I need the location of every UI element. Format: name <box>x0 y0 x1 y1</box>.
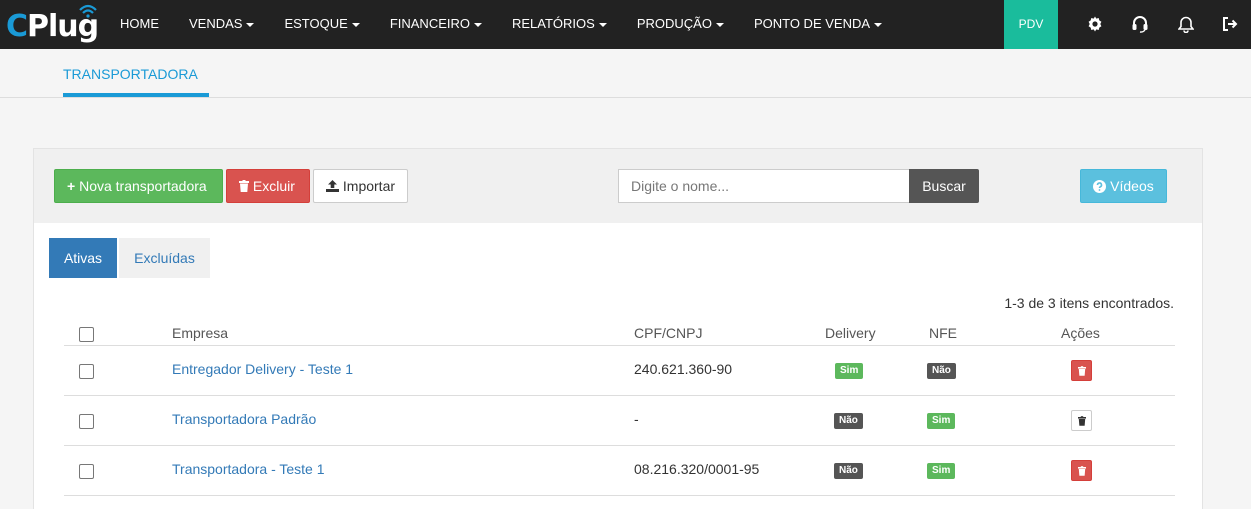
header-nfe: NFE <box>929 325 957 341</box>
nav-relatorios-label: RELATÓRIOS <box>511 16 595 31</box>
import-label: Importar <box>342 178 396 194</box>
empresa-link[interactable]: Entregador Delivery - Teste 1 <box>172 361 353 377</box>
nav-home[interactable]: HOME <box>105 0 174 49</box>
nav-ponto-de-venda[interactable]: PONTO DE VENDA <box>739 0 897 49</box>
nav-financeiro[interactable]: FINANCEIRO <box>375 0 497 49</box>
delete-label: Excluir <box>252 178 295 194</box>
table-row: Entregador Delivery - Teste 1 240.621.36… <box>64 346 1175 396</box>
table-row: Transportadora - Teste 1 08.216.320/0001… <box>64 446 1175 496</box>
trash-icon <box>1077 365 1086 376</box>
pdv-label: PDV <box>1018 17 1044 31</box>
table-header: Empresa CPF/CNPJ Delivery NFE Ações <box>64 319 1175 346</box>
row-checkbox[interactable] <box>79 364 94 379</box>
nav-producao-label: PRODUÇÃO <box>636 16 712 31</box>
tab-ativas[interactable]: Ativas <box>49 238 117 278</box>
page-subheader: TRANSPORTADORA <box>0 49 1251 98</box>
nav-ponto-de-venda-label: PONTO DE VENDA <box>753 16 871 31</box>
main-panel: + Nova transportadora Excluir Importar B… <box>33 148 1203 509</box>
select-all-checkbox[interactable] <box>79 327 94 342</box>
table-row: Transportadora Padrão - Não Sim <box>64 396 1175 446</box>
caret-down-icon <box>246 22 255 27</box>
delivery-badge: Não <box>834 413 863 429</box>
caret-down-icon <box>598 22 607 27</box>
nav-vendas[interactable]: VENDAS <box>174 0 269 49</box>
nav-estoque-label: ESTOQUE <box>284 16 348 31</box>
row-checkbox[interactable] <box>79 414 94 429</box>
nfe-badge: Sim <box>927 413 956 429</box>
main-menu: HOME VENDAS ESTOQUE FINANCEIRO RELATÓRIO… <box>105 0 897 49</box>
top-navbar: CPlug HOME VENDAS ESTOQUE FINANCEIRO REL… <box>0 0 1251 49</box>
delete-row-button[interactable] <box>1071 360 1092 381</box>
logo-letter-c: C <box>6 9 28 44</box>
videos-label: Vídeos <box>1110 178 1154 194</box>
videos-button[interactable]: Vídeos <box>1080 169 1167 203</box>
search-input[interactable] <box>618 169 910 203</box>
trash-icon <box>239 180 249 192</box>
upload-icon <box>326 180 339 192</box>
add-transportadora-button[interactable]: + Nova transportadora <box>54 169 223 203</box>
caret-down-icon <box>473 22 482 27</box>
nav-home-label: HOME <box>120 16 159 31</box>
delete-row-button[interactable] <box>1071 460 1092 481</box>
empresa-link[interactable]: Transportadora - Teste 1 <box>172 461 325 477</box>
nav-relatorios[interactable]: RELATÓRIOS <box>497 0 622 49</box>
nav-vendas-label: VENDAS <box>189 16 243 31</box>
cnpj-value: 240.621.360-90 <box>634 361 733 377</box>
trash-icon <box>1077 415 1086 426</box>
header-empresa: Empresa <box>172 325 229 341</box>
headset-icon[interactable] <box>1129 13 1151 35</box>
row-checkbox[interactable] <box>79 464 94 479</box>
bell-icon[interactable] <box>1175 13 1197 35</box>
trash-icon <box>1077 465 1086 476</box>
caret-down-icon <box>351 22 360 27</box>
caret-down-icon <box>874 22 883 27</box>
gear-icon[interactable] <box>1084 13 1106 35</box>
toolbar: + Nova transportadora Excluir Importar B… <box>34 149 1202 223</box>
cplug-logo[interactable]: CPlug <box>6 4 99 46</box>
delivery-badge: Sim <box>835 363 864 379</box>
tab-transportadora[interactable]: TRANSPORTADORA <box>63 66 198 82</box>
result-count: 1-3 de 3 itens encontrados. <box>1004 295 1174 311</box>
delivery-badge: Não <box>834 463 863 479</box>
delete-button[interactable]: Excluir <box>226 169 310 203</box>
pdv-button[interactable]: PDV <box>1004 0 1058 49</box>
import-button[interactable]: Importar <box>313 169 408 203</box>
header-acoes: Ações <box>1061 325 1100 341</box>
nav-producao[interactable]: PRODUÇÃO <box>622 0 739 49</box>
add-transportadora-label: Nova transportadora <box>79 178 207 194</box>
plus-icon: + <box>67 178 76 194</box>
wifi-icon <box>79 4 97 18</box>
nfe-badge: Sim <box>927 463 956 479</box>
cnpj-value: - <box>634 411 639 427</box>
empresa-link[interactable]: Transportadora Padrão <box>172 411 316 427</box>
active-tab-indicator <box>63 93 209 97</box>
logout-icon[interactable] <box>1219 13 1241 35</box>
cnpj-value: 08.216.320/0001-95 <box>634 461 760 477</box>
header-delivery: Delivery <box>825 325 876 341</box>
nav-estoque[interactable]: ESTOQUE <box>269 0 374 49</box>
nav-financeiro-label: FINANCEIRO <box>389 16 470 31</box>
delete-row-button[interactable] <box>1071 410 1092 431</box>
header-cnpj: CPF/CNPJ <box>634 325 703 341</box>
tab-excluidas[interactable]: Excluídas <box>119 238 210 278</box>
question-circle-icon <box>1093 180 1107 193</box>
nfe-badge: Não <box>927 363 956 379</box>
search-button[interactable]: Buscar <box>909 169 979 203</box>
caret-down-icon <box>715 22 724 27</box>
